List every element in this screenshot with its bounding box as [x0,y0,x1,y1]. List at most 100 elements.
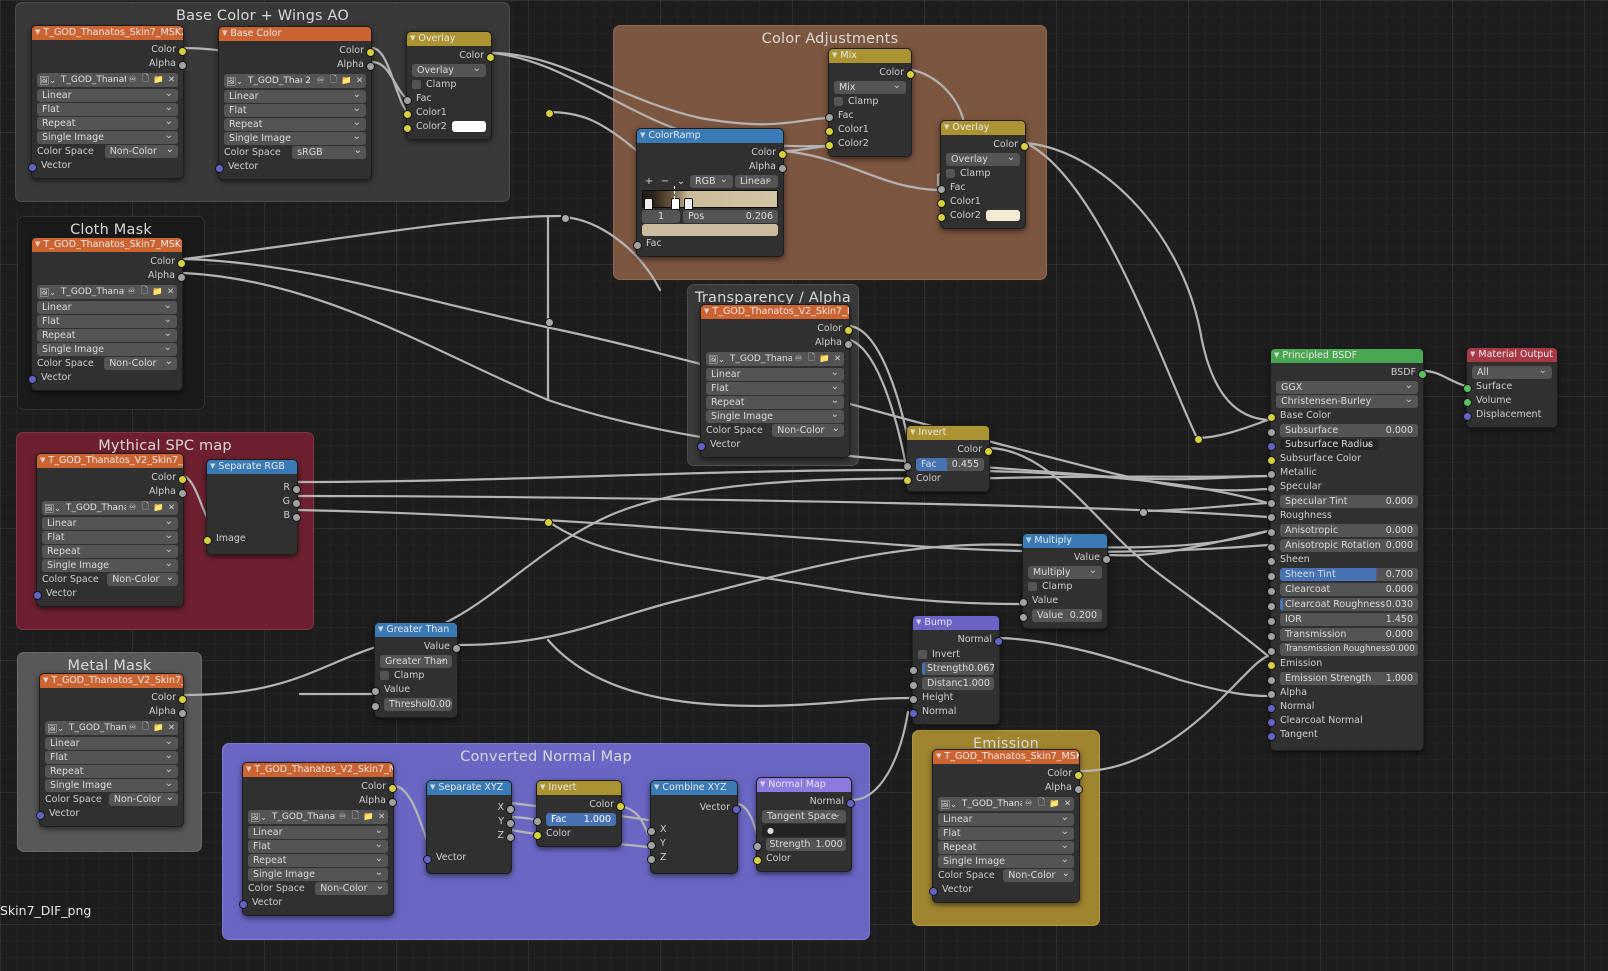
output-z[interactable]: Z [427,829,515,843]
socket-dot[interactable] [403,109,412,119]
input-vector[interactable]: Vector [36,807,183,821]
extension-dropdown[interactable]: Repeat [706,396,844,409]
node-separate-xyz[interactable]: ▼ Separate XYZ X Y Z Vector [423,780,515,874]
image-browse-icon[interactable]: 🖼⌄ [45,721,66,735]
input-emission[interactable]: Emission [1267,657,1423,671]
socket-dot[interactable] [178,488,187,498]
socket-dot[interactable] [177,272,186,282]
interpolation-dropdown[interactable]: Linear [706,368,844,381]
collapse-triangle-icon[interactable]: ▼ [1026,536,1031,544]
checkbox-box[interactable] [946,169,955,178]
socket-dot[interactable] [616,801,625,811]
node-header[interactable]: ▼ Multiply [1023,534,1107,548]
socket-dot[interactable] [825,126,834,136]
node-math-greater-than[interactable]: ▼ Greater Than Value Greater Than Clamp … [371,622,461,718]
socket-dot[interactable] [984,446,993,456]
collapse-triangle-icon[interactable]: ▼ [1470,350,1475,358]
collapse-triangle-icon[interactable]: ▼ [944,123,949,131]
projection-dropdown[interactable]: Flat [42,531,178,544]
open-folder-icon[interactable]: 📁 [1048,797,1061,811]
socket-dot[interactable] [1267,455,1276,465]
input-vector[interactable]: Vector [239,896,393,910]
fake-user-shield-icon[interactable]: ♾ [125,285,138,299]
remove-stop-icon[interactable]: − [658,176,672,187]
output-color[interactable]: Color [32,255,186,269]
color-space-dropdown[interactable]: Non-Color [108,791,178,806]
projection-dropdown[interactable]: Flat [938,827,1074,840]
open-folder-icon[interactable]: 📁 [362,810,375,824]
projection-dropdown[interactable]: Flat [37,315,177,328]
node-header[interactable]: ▼ Overlay [407,32,491,46]
node-header[interactable]: ▼ Normal Map [757,778,851,792]
output-color[interactable]: Color [941,138,1029,152]
image-datablock-row[interactable]: 🖼⌄ T_GOD_Thanato.. ♾ 🗋 📁 ✕ [45,721,178,735]
unlink-close-icon[interactable]: ✕ [353,74,366,88]
socket-dot[interactable] [178,474,187,484]
socket-dot[interactable] [371,686,380,696]
collapse-triangle-icon[interactable]: ▼ [246,765,251,773]
image-name-field[interactable]: T_GOD_Than.. [244,74,303,88]
output-color[interactable]: Color [933,767,1083,781]
threshold-field[interactable]: Threshol 0.000 [384,698,452,711]
ramp-stop[interactable] [644,198,653,210]
input-vector[interactable]: Vector [697,438,849,452]
node-header[interactable]: ▼ Base Color [219,27,371,41]
transmission-field[interactable]: Transmission 0.000 [1280,628,1418,641]
input-subsurface[interactable]: Subsurface 0.000 [1267,424,1423,438]
input-anisotropic-rotation[interactable]: Anisotropic Rotation 0.000 [1267,539,1423,553]
image-name-field[interactable]: T_GOD_Thanato.. [62,501,126,515]
image-datablock-row[interactable]: 🖼⌄ T_GOD_Thanato.. ♾ 🗋 📁 ✕ [248,810,388,824]
input-color2[interactable]: Color2 [825,137,911,151]
node-mix-overlay-adjust[interactable]: ▼ Overlay Color Overlay Clamp Fac Color1 [937,120,1029,229]
socket-dot[interactable] [506,818,515,828]
unlink-close-icon[interactable]: ✕ [165,721,178,735]
output-alpha[interactable]: Alpha [933,781,1083,795]
socket-dot[interactable] [732,804,741,814]
socket-dot[interactable] [1267,441,1276,451]
duplicate-icon[interactable]: 🗋 [349,810,362,824]
socket-dot[interactable] [203,535,212,545]
color-space-dropdown[interactable]: Non-Color [1003,867,1074,882]
ramp-index-field[interactable]: 1 [642,210,680,223]
sheen-tint-slider[interactable]: Sheen Tint 0.700 [1280,568,1418,581]
image-browse-icon[interactable]: 🖼⌄ [37,73,58,87]
socket-dot[interactable] [178,708,187,718]
socket-dot[interactable] [1267,483,1276,493]
collapse-triangle-icon[interactable]: ▼ [640,131,645,139]
ramp-interpolation-dropdown[interactable]: Linear [735,175,778,188]
socket-dot[interactable] [388,783,397,793]
socket-dot[interactable] [28,162,37,172]
subsurface-radius-dropdown[interactable]: Subsurface Radius [1280,439,1379,450]
ior-field[interactable]: IOR 1.450 [1280,613,1418,626]
socket-dot[interactable] [903,475,912,485]
color2-swatch[interactable] [986,210,1020,221]
node-header[interactable]: ▼ T_GOD_Thanatos_Skin7_MSK2b.png [32,238,182,252]
clearcoat-field[interactable]: Clearcoat 0.000 [1280,583,1418,596]
input-vector[interactable]: Vector [423,851,511,865]
node-header[interactable]: ▼ Principled BSDF [1271,349,1423,363]
socket-dot[interactable] [825,112,834,122]
socket-dot[interactable] [1267,427,1276,437]
source-dropdown[interactable]: Single Image [248,868,388,881]
node-header[interactable]: ▼ Separate RGB [207,460,297,474]
node-mix[interactable]: ▼ Mix Color Mix Clamp Fac Color1 [825,48,915,157]
input-anisotropic[interactable]: Anisotropic 0.000 [1267,524,1423,538]
socket-dot[interactable] [33,590,42,600]
image-datablock-row[interactable]: 🖼⌄ T_GOD_Thanato.. ♾ 🗋 📁 ✕ [37,73,178,87]
reroute-node[interactable] [561,214,570,223]
image-name-field[interactable]: T_GOD_Thanato.. [268,810,336,824]
fake-user-shield-icon[interactable]: ♾ [1022,797,1035,811]
socket-dot[interactable] [1267,616,1276,626]
output-alpha[interactable]: Alpha [32,57,187,71]
extension-dropdown[interactable]: Repeat [45,765,178,778]
image-browse-icon[interactable]: 🖼⌄ [706,352,727,366]
input-transmission[interactable]: Transmission 0.000 [1267,628,1423,642]
fac-slider[interactable]: Fac 1.000 [546,813,616,826]
emission-strength-field[interactable]: Emission Strength 1.000 [1280,672,1418,685]
input-vector[interactable]: Vector [33,587,183,601]
open-folder-icon[interactable]: 📁 [152,721,165,735]
output-alpha[interactable]: Alpha [37,485,187,499]
output-color[interactable]: Color [32,43,187,57]
node-separate-rgb[interactable]: ▼ Separate RGB R G B Image [203,459,301,555]
output-value[interactable]: Value [375,640,461,654]
